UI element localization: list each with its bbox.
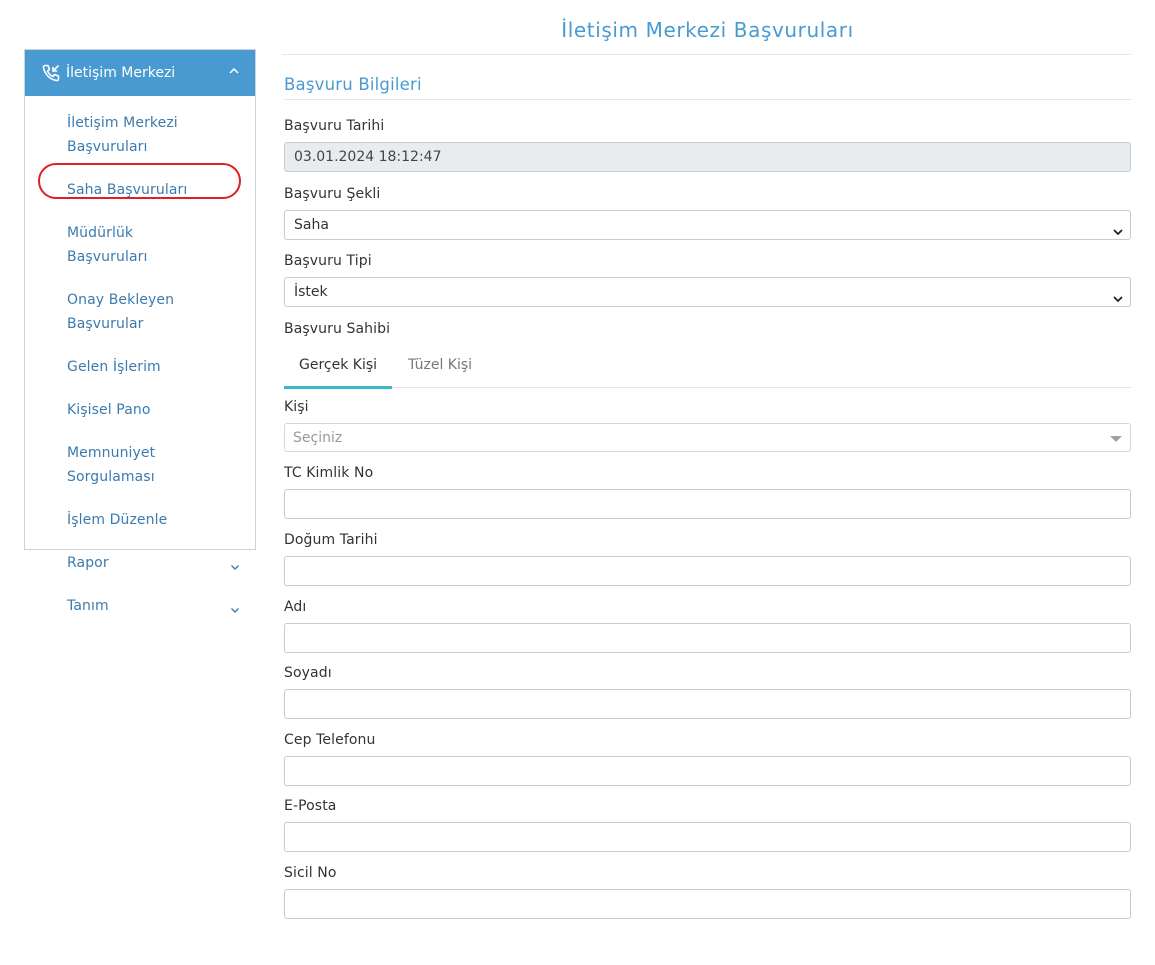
basvuru-tarihi-label: Başvuru Tarihi xyxy=(284,118,385,134)
kisi-placeholder: Seçiniz xyxy=(293,430,343,446)
tc-kimlik-label: TC Kimlik No xyxy=(284,465,374,481)
tab-tuzel-kisi[interactable]: Tüzel Kişi xyxy=(393,345,487,386)
cep-telefonu-label: Cep Telefonu xyxy=(284,732,376,748)
sidebar-item-label: Gelen İşlerim xyxy=(67,359,161,375)
sidebar: İletişim Merkezi İletişim Merkezi Başvur… xyxy=(24,49,256,614)
chevron-up-icon[interactable] xyxy=(227,64,241,78)
sidebar-item-label: Onay Bekleyen Başvurular xyxy=(67,292,175,332)
tab-gercek-kisi[interactable]: Gerçek Kişi xyxy=(284,345,393,389)
sidebar-header[interactable]: İletişim Merkezi xyxy=(25,50,255,96)
cep-telefonu-input[interactable] xyxy=(284,756,1131,786)
chevron-down-icon[interactable] xyxy=(229,600,241,613)
basvuru-sekli-label: Başvuru Şekli xyxy=(284,186,381,202)
kisi-label: Kişi xyxy=(284,399,309,415)
basvuru-sekli-value: Saha xyxy=(294,217,329,233)
basvuru-tipi-label: Başvuru Tipi xyxy=(284,253,372,269)
sicil-no-label: Sicil No xyxy=(284,865,337,881)
tc-kimlik-input[interactable] xyxy=(284,489,1131,519)
sidebar-item-label: Tanım xyxy=(67,598,109,614)
sidebar-item-label: İşlem Düzenle xyxy=(67,512,168,528)
sidebar-item-label: Rapor xyxy=(67,555,109,571)
sidebar-item-label: İletişim Merkezi Başvuruları xyxy=(67,115,178,155)
chevron-down-icon xyxy=(1112,220,1124,236)
basvuru-sahibi-label: Başvuru Sahibi xyxy=(284,321,391,337)
sidebar-item-label: Müdürlük Başvuruları xyxy=(67,225,148,265)
dogum-tarihi-label: Doğum Tarihi xyxy=(284,532,378,548)
kisi-select[interactable]: Seçiniz xyxy=(284,423,1131,452)
sidebar-item-memnuniyet-sorgulamasi[interactable]: Memnuniyet Sorgulaması xyxy=(25,438,255,492)
chevron-down-icon xyxy=(1112,287,1124,303)
sidebar-item-label: Memnuniyet Sorgulaması xyxy=(67,445,156,485)
basvuru-tipi-value: İstek xyxy=(294,284,328,300)
adi-label: Adı xyxy=(284,599,307,615)
sidebar-item-kisisel-pano[interactable]: Kişisel Pano xyxy=(25,395,255,425)
sidebar-item-gelen-islerim[interactable]: Gelen İşlerim xyxy=(25,352,255,382)
section-title: Başvuru Bilgileri xyxy=(284,75,422,94)
e-posta-label: E-Posta xyxy=(284,798,337,814)
sidebar-item-tanim[interactable]: Tanım xyxy=(25,591,255,621)
sidebar-item-onay-bekleyen-basvurular[interactable]: Onay Bekleyen Başvurular xyxy=(25,285,255,339)
dropdown-arrow-icon xyxy=(1110,436,1122,442)
e-posta-input[interactable] xyxy=(284,822,1131,852)
owner-type-tabs: Gerçek Kişi Tüzel Kişi xyxy=(284,345,1131,389)
basvuru-tarihi-field: 03.01.2024 18:12:47 xyxy=(284,142,1131,172)
divider xyxy=(284,99,1131,100)
phone-incoming-icon xyxy=(41,63,61,83)
sidebar-item-saha-basvurulari[interactable]: Saha Başvuruları xyxy=(25,175,255,205)
dogum-tarihi-input[interactable] xyxy=(284,556,1131,586)
sidebar-item-rapor[interactable]: Rapor xyxy=(25,548,255,578)
sidebar-item-label: Kişisel Pano xyxy=(67,402,151,418)
page-title: İletişim Merkezi Başvuruları xyxy=(561,18,854,42)
sidebar-item-mudurluk-basvurulari[interactable]: Müdürlük Başvuruları xyxy=(25,218,255,272)
basvuru-sekli-select[interactable]: Saha xyxy=(284,210,1131,240)
divider xyxy=(282,54,1131,55)
chevron-down-icon[interactable] xyxy=(229,557,241,570)
sidebar-menu: İletişim Merkezi Başvuruları Saha Başvur… xyxy=(25,96,255,621)
sicil-no-input[interactable] xyxy=(284,889,1131,919)
basvuru-tipi-select[interactable]: İstek xyxy=(284,277,1131,307)
sidebar-item-label: Saha Başvuruları xyxy=(67,182,188,198)
adi-input[interactable] xyxy=(284,623,1131,653)
sidebar-item-islem-duzenle[interactable]: İşlem Düzenle xyxy=(25,505,255,535)
soyadi-label: Soyadı xyxy=(284,665,332,681)
sidebar-item-iletisim-merkezi-basvurulari[interactable]: İletişim Merkezi Başvuruları xyxy=(25,108,255,162)
soyadi-input[interactable] xyxy=(284,689,1131,719)
sidebar-header-label: İletişim Merkezi xyxy=(66,65,176,81)
